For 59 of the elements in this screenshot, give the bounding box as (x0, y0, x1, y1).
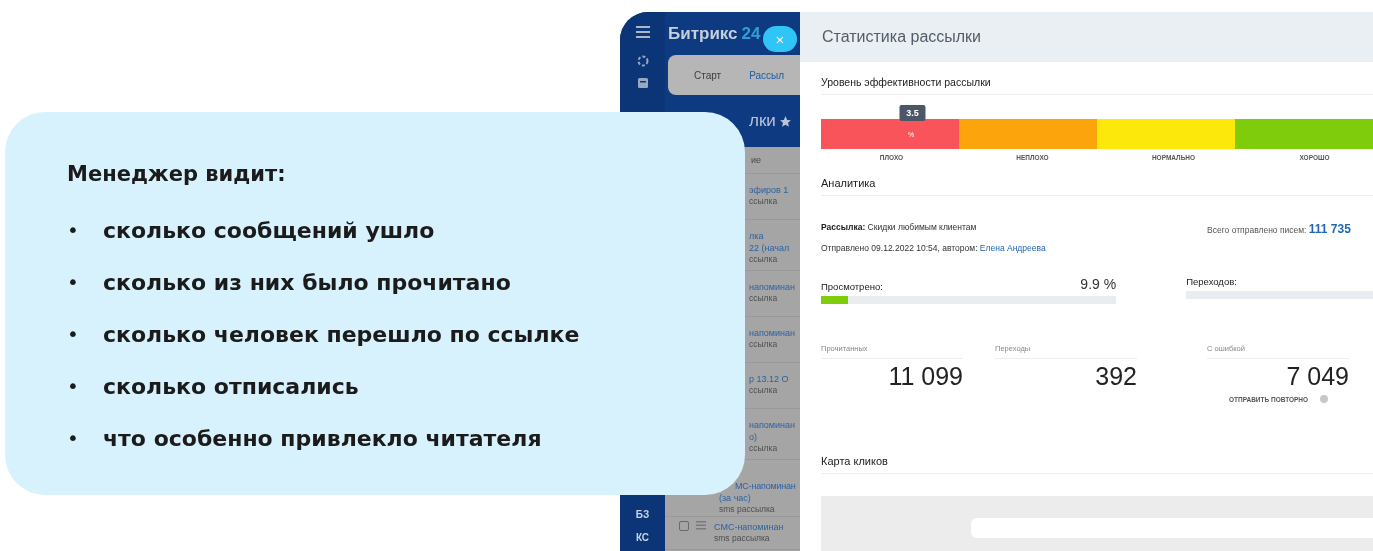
app-logo[interactable]: Битрикс 24 (665, 12, 761, 55)
mailing-type: ссылка (749, 443, 779, 453)
metric-value: 9.9 % (1080, 276, 1117, 292)
section-title: Уровень эффективности рассылки (821, 76, 992, 88)
mailing-name[interactable]: р 13.12 О (749, 373, 789, 385)
row-checkbox[interactable] (679, 521, 689, 531)
mailing-info: Рассылка: Скидки любимым клиентам (821, 222, 978, 232)
nav-tab[interactable]: Старт (694, 69, 722, 81)
callout-item: сколько отписались (103, 373, 359, 399)
mailing-name[interactable]: МС-напоминан (735, 480, 796, 492)
bullet-mark: • (67, 426, 80, 450)
mailing-name[interactable]: напоминан (749, 419, 795, 431)
close-button[interactable]: × (763, 26, 797, 52)
mailing-type: ссылка (749, 293, 779, 303)
panel-title: Статистика рассылки (822, 28, 982, 46)
mailing-type: ссылка (749, 254, 779, 264)
callout-item: сколько из них было прочитано (103, 269, 511, 295)
section-title: Аналитика (821, 177, 877, 189)
callout-item: сколько сообщений ушло (103, 217, 435, 243)
sent-info: Отправлено 09.12.2022 10:54, автором: Елена Андреева (821, 243, 1047, 253)
menu-icon[interactable] (635, 24, 650, 36)
callout-item: сколько человек перешло по ссылке (103, 321, 580, 347)
stat-value: 7 049 (1286, 362, 1349, 390)
mailing-type: sms рассылка (714, 533, 771, 543)
user-initials[interactable]: КС (635, 532, 650, 543)
mailing-name[interactable]: 22 (начал (749, 242, 790, 254)
value-tooltip: 3.5 (899, 105, 926, 121)
mailing-type: ссылка (749, 196, 779, 206)
user-initials[interactable]: БЗ (635, 509, 650, 520)
callout-item: что особенно привлекло читателя (103, 425, 542, 451)
mailing-name[interactable]: эфиров 1 (749, 184, 789, 196)
mailing-type: ссылка (749, 339, 779, 349)
star-icon[interactable] (778, 114, 792, 128)
metric-label: Просмотрено: (821, 281, 883, 292)
author-link[interactable]: Елена Андреева (979, 243, 1046, 253)
bullet-mark: • (67, 270, 80, 294)
mailing-name[interactable]: (за час) (719, 492, 796, 504)
mailing-name[interactable]: напоминан (749, 281, 795, 293)
list-title: лки (749, 111, 776, 131)
stat-value: 11 099 (888, 362, 963, 390)
section-title: Карта кликов (821, 455, 889, 467)
callout-title: Менеджер видит: (67, 162, 286, 186)
bullet-mark: • (67, 218, 80, 242)
mailing-name[interactable]: лка (749, 230, 790, 242)
mailing-type: sms рассылка (719, 504, 776, 514)
bullet-mark: • (67, 374, 80, 398)
mailing-name[interactable]: СМС-напоминан (714, 521, 784, 533)
mailing-type: ссылка (749, 385, 779, 395)
metric-label: Переходов: (1186, 276, 1237, 287)
mailing-name[interactable]: о) (749, 431, 795, 443)
total-sent: Всего отправлено писем: 111 735 (1207, 222, 1351, 236)
gear-icon[interactable] (635, 54, 650, 68)
mailing-name[interactable]: напоминан (749, 327, 795, 339)
nav-tab[interactable]: Рассыл (749, 69, 785, 81)
drag-handle-icon[interactable] (696, 521, 706, 530)
bullet-mark: • (67, 322, 80, 346)
stat-value: 392 (1095, 362, 1137, 390)
card-icon[interactable] (635, 76, 650, 90)
column-header: ие (751, 155, 762, 165)
